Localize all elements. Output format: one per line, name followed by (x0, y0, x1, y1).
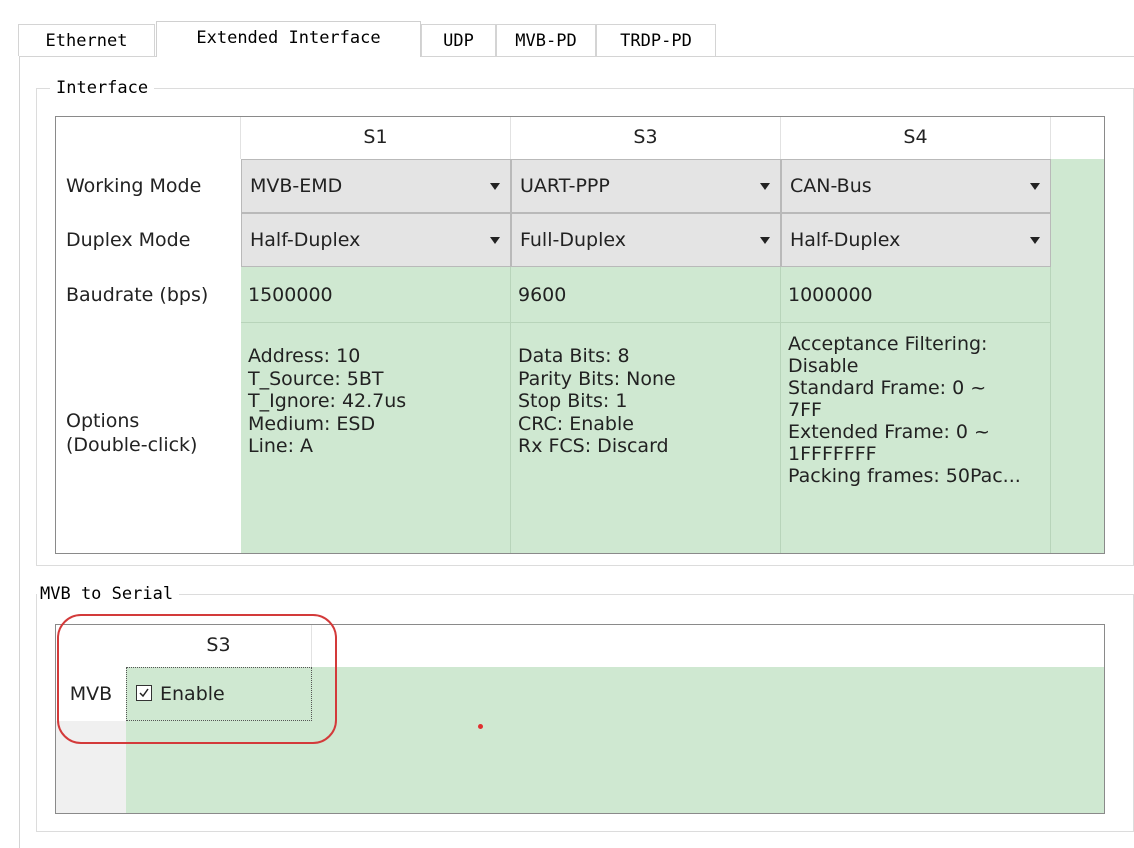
mvb-s3-enable-cell[interactable]: Enable (126, 667, 312, 721)
s3-working-mode-value: UART-PPP (520, 175, 610, 197)
s4-working-mode-value: CAN-Bus (790, 175, 872, 197)
tab-trdp-pd[interactable]: TRDP-PD (596, 24, 716, 56)
row-label-mvb: MVB (56, 667, 126, 721)
s3-option-line: Rx FCS: Discard (518, 435, 669, 457)
s3-duplex-mode-value: Full-Duplex (520, 229, 626, 251)
s4-duplex-mode-select[interactable]: Half-Duplex (781, 213, 1051, 267)
tab-udp[interactable]: UDP (421, 24, 496, 56)
chevron-down-icon (1030, 183, 1040, 190)
chevron-down-icon (490, 237, 500, 244)
column-header-s3: S3 (511, 117, 781, 159)
column-header-s3: S3 (126, 625, 312, 667)
s1-option-line: Line: A (248, 435, 314, 457)
s1-working-mode-value: MVB-EMD (250, 175, 343, 197)
s1-options-cell[interactable]: Address: 10 T_Source: 5BT T_Ignore: 42.7… (241, 323, 511, 553)
s1-option-line: Medium: ESD (248, 412, 376, 435)
column-header-s1: S1 (241, 117, 511, 159)
options-label-line2: (Double-click) (66, 434, 198, 456)
s4-options-cell[interactable]: Acceptance Filtering: Disable Standard F… (781, 323, 1051, 553)
column-header-s4: S4 (781, 117, 1051, 159)
s4-option-line: 1FFFFFFF (788, 443, 877, 465)
s4-option-line: 7FF (788, 399, 822, 421)
mvb-to-serial-group-title: MVB to Serial (37, 583, 180, 605)
s4-option-line: Packing frames: 50Pac... (788, 465, 1021, 487)
chevron-down-icon (760, 183, 770, 190)
s3-working-mode-select[interactable]: UART-PPP (511, 159, 781, 213)
s1-option-line: T_Ignore: 42.7us (248, 390, 407, 412)
s1-option-line: Address: 10 (248, 345, 361, 367)
row-label-options: Options (Double-click) (56, 323, 241, 553)
mvb-grid-corner (56, 625, 126, 667)
s4-option-line: Extended Frame: 0 ~ (788, 421, 990, 443)
s4-option-line: Standard Frame: 0 ~ (788, 377, 987, 399)
red-dot-marker (478, 724, 483, 729)
row-label-baudrate: Baudrate (bps) (66, 284, 209, 306)
mvb-serial-grid: S3 MVB Enable (55, 624, 1105, 814)
row-label-working-mode: Working Mode (66, 175, 202, 197)
s3-option-line: Data Bits: 8 (518, 345, 630, 367)
chevron-down-icon (760, 237, 770, 244)
row-label-duplex-mode: Duplex Mode (66, 229, 191, 251)
chevron-down-icon (490, 183, 500, 190)
interface-group-title: Interface (50, 77, 155, 99)
s3-option-line: Stop Bits: 1 (518, 390, 628, 412)
s4-baudrate-cell[interactable]: 1000000 (781, 267, 1051, 323)
s3-baudrate-cell[interactable]: 9600 (511, 267, 781, 323)
s3-options-cell[interactable]: Data Bits: 8 Parity Bits: None Stop Bits… (511, 323, 781, 553)
s1-duplex-mode-select[interactable]: Half-Duplex (241, 213, 511, 267)
checkbox-checked-icon[interactable] (136, 685, 152, 701)
s3-option-line: CRC: Enable (518, 412, 634, 435)
s4-duplex-mode-value: Half-Duplex (790, 229, 901, 251)
s4-option-line: Disable (788, 355, 859, 377)
enable-label: Enable (160, 683, 225, 705)
s4-working-mode-select[interactable]: CAN-Bus (781, 159, 1051, 213)
chevron-down-icon (1030, 237, 1040, 244)
s1-working-mode-select[interactable]: MVB-EMD (241, 159, 511, 213)
tab-extended-interface[interactable]: Extended Interface (156, 21, 421, 57)
s3-duplex-mode-select[interactable]: Full-Duplex (511, 213, 781, 267)
s3-option-line: Parity Bits: None (518, 367, 676, 390)
grid-corner (56, 117, 241, 159)
tab-mvb-pd[interactable]: MVB-PD (496, 24, 596, 56)
s1-duplex-mode-value: Half-Duplex (250, 229, 361, 251)
s1-baudrate-cell[interactable]: 1500000 (241, 267, 511, 323)
s1-option-line: T_Source: 5BT (248, 367, 384, 390)
s4-option-line: Acceptance Filtering: (788, 333, 988, 355)
column-header-filler (1051, 117, 1104, 159)
tab-ethernet[interactable]: Ethernet (18, 24, 155, 56)
options-label-line1: Options (66, 410, 140, 432)
interface-grid: S1 S3 S4 Working Mode MVB-EMD UART-PPP C… (55, 116, 1105, 554)
